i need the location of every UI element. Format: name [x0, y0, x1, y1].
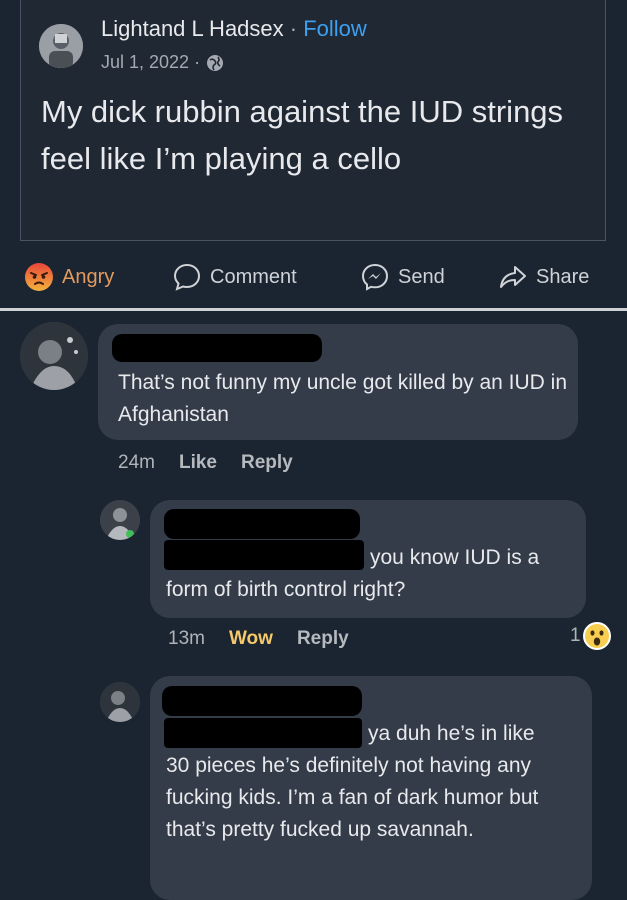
send-button[interactable]: Send [360, 262, 445, 292]
redacted-mention [164, 540, 364, 570]
author-line: Lightand L Hadsex · Follow [101, 16, 367, 42]
redacted-mention [164, 718, 362, 748]
comment-label: Comment [210, 265, 297, 288]
share-button[interactable]: Share [498, 262, 589, 292]
action-bar: Angry Comment Send Share [0, 252, 627, 304]
wow-reaction-button[interactable]: Wow [229, 628, 273, 650]
like-button[interactable]: Like [179, 452, 217, 474]
reaction-count[interactable]: 1 [570, 622, 611, 650]
post-meta: Jul 1, 2022 · [101, 52, 224, 73]
comment-text-line: you know IUD is a [370, 546, 540, 569]
comment-time[interactable]: 24m [118, 452, 155, 474]
post-date[interactable]: Jul 1, 2022 · [101, 52, 200, 73]
redacted-name [164, 509, 360, 539]
post-text: My dick rubbin against the IUD strings f… [41, 94, 564, 176]
comment-text: 30 pieces he’s definitely not having any… [166, 754, 539, 841]
divider [0, 308, 627, 311]
comment-time[interactable]: 13m [168, 628, 205, 650]
profile-photo-icon [100, 682, 140, 722]
author-name[interactable]: Lightand L Hadsex [101, 16, 284, 41]
globe-icon [207, 54, 224, 71]
wow-icon [582, 622, 611, 650]
redacted-name [112, 334, 322, 362]
comment-text-line: form of birth control right? [166, 578, 406, 601]
messenger-icon [361, 263, 389, 291]
reaction-count-number: 1 [570, 625, 581, 646]
share-icon [500, 266, 526, 288]
profile-photo-icon [20, 322, 88, 390]
follow-link[interactable]: Follow [303, 16, 367, 41]
comment-text: That’s not funny my uncle got killed by … [118, 371, 568, 426]
comment-button[interactable]: Comment [172, 262, 297, 292]
reply-button[interactable]: Reply [297, 628, 349, 650]
comment-icon [173, 263, 201, 291]
commenter-avatar[interactable] [100, 500, 140, 540]
share-label: Share [536, 265, 590, 288]
commenter-avatar[interactable] [20, 322, 88, 390]
post-card: Lightand L Hadsex · Follow Jul 1, 2022 ·… [20, 0, 606, 241]
comment-meta: 13m Wow Reply [168, 628, 349, 650]
comment-text-line: ya duh he’s in like [368, 722, 535, 745]
commenter-avatar[interactable] [100, 682, 140, 722]
send-label: Send [398, 265, 445, 288]
angry-label: Angry [62, 265, 115, 288]
angry-reaction-button[interactable]: Angry [24, 262, 114, 292]
redacted-name [162, 686, 362, 716]
profile-photo-icon [39, 24, 83, 68]
profile-photo-icon [100, 500, 140, 540]
angry-icon [25, 263, 53, 291]
comment-meta: 24m Like Reply [118, 452, 293, 474]
reply-button[interactable]: Reply [241, 452, 293, 474]
author-avatar[interactable] [39, 24, 83, 68]
separator: · [283, 16, 304, 41]
